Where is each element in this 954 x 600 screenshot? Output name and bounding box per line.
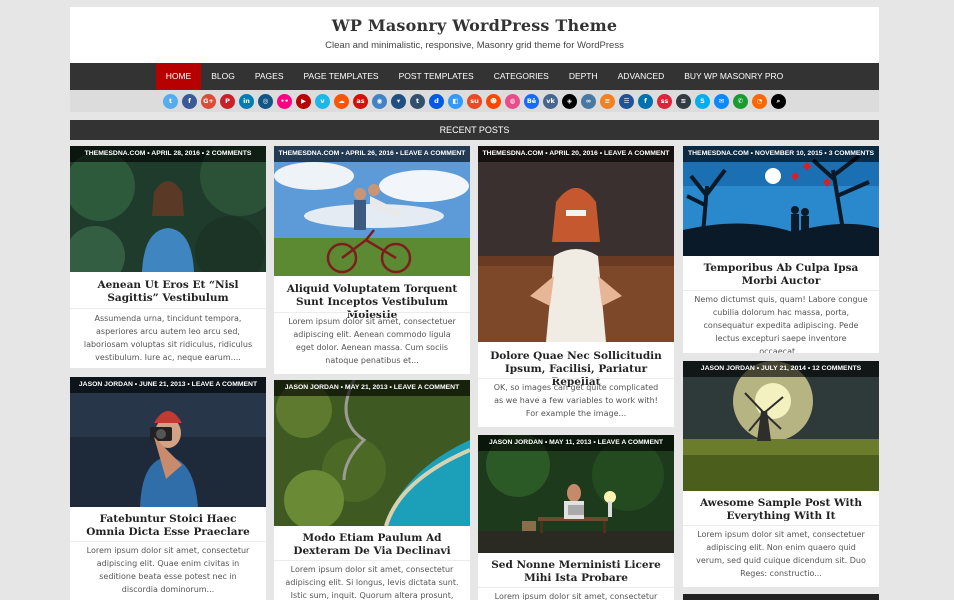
divider — [683, 525, 879, 526]
nav-item-categories[interactable]: CATEGORIES — [484, 63, 559, 90]
phone-icon[interactable]: ✆ — [733, 93, 748, 109]
divider — [274, 560, 470, 561]
nav-item-buy-pro[interactable]: BUY WP MASONRY PRO — [674, 63, 793, 90]
post-title[interactable]: Temporibus Ab Culpa Ipsa Morbi Auctor — [693, 262, 869, 288]
post-thumbnail[interactable] — [274, 380, 470, 526]
post-thumbnail[interactable] — [478, 435, 674, 553]
post-meta[interactable]: THEMESDNA.COM • APRIL 28, 2016 • 2 COMME… — [70, 146, 266, 162]
post-meta[interactable]: THEMESDNA.COM • APRIL 26, 2016 • LEAVE A… — [274, 146, 470, 162]
post-thumbnail[interactable] — [70, 146, 266, 272]
google-plus-icon[interactable]: G+ — [201, 93, 216, 109]
delicious-icon[interactable]: ◧ — [448, 93, 463, 109]
post-title[interactable]: Awesome Sample Post With Everything With… — [693, 497, 869, 523]
post-card: JASON JORDAN • JULY 21, 2014 • 12 COMMEN… — [683, 361, 879, 587]
soundcloud-icon[interactable]: ☁ — [334, 93, 349, 109]
post-excerpt: Nemo dictumst quis, quam! Labore congue … — [694, 295, 868, 353]
post-excerpt: Lorem ipsum dolor sit amet, consectetuer… — [696, 530, 866, 578]
post-meta[interactable]: JASON JORDAN • MAY 21, 2013 • LEAVE A CO… — [274, 380, 470, 396]
social-icons-bar: t f G+ Pin ◎ •• ▶ v ☁ as ◉ ▾ t d ◧ su ☻ ◍ Bē vk ◈ ∞ ≡ ☰ f ss ≋ S ✉ ✆ ◔… — [70, 90, 879, 112]
github-icon[interactable]: ◉ — [372, 93, 387, 109]
youtube-icon[interactable]: ▶ — [296, 93, 311, 109]
post-thumbnail[interactable] — [683, 146, 879, 256]
nav-item-pages[interactable]: PAGES — [245, 63, 294, 90]
buffer-icon[interactable]: ≋ — [676, 93, 691, 109]
bitbucket-icon[interactable]: ▾ — [391, 93, 406, 109]
post-excerpt: Lorem ipsum dolor sit amet, consectetur … — [86, 546, 250, 594]
instagram-icon[interactable]: ◎ — [258, 93, 273, 109]
digg-icon[interactable]: d — [429, 93, 444, 109]
post-card: JASON JORDAN • MAY 11, 2013 • LEAVE A CO… — [478, 435, 674, 600]
search-icon[interactable]: ⌕ — [771, 93, 786, 109]
foursquare-icon[interactable]: f — [638, 93, 653, 109]
linkedin-icon[interactable]: in — [239, 93, 254, 109]
post-meta[interactable]: JASON JORDAN • JUNE 21, 2013 • LEAVE A C… — [70, 377, 266, 393]
rss-icon[interactable]: ◔ — [752, 93, 767, 109]
post-card: JASON JORDAN • MAY 21, 2013 • LEAVE A CO… — [274, 380, 470, 600]
nav-item-post-templates[interactable]: POST TEMPLATES — [389, 63, 484, 90]
site-header: WP Masonry WordPress Theme Clean and min… — [70, 7, 879, 63]
facebook-icon[interactable]: f — [182, 93, 197, 109]
post-title[interactable]: Aenean Ut Eros Et “Nisl Sagittis” Vestib… — [80, 279, 256, 305]
vk-icon[interactable]: vk — [543, 93, 558, 109]
main-navigation: HOME BLOG PAGES PAGE TEMPLATES POST TEMP… — [70, 63, 879, 90]
post-thumbnail[interactable] — [478, 146, 674, 342]
divider — [70, 308, 266, 309]
nav-item-blog[interactable]: BLOG — [201, 63, 245, 90]
nav-item-page-templates[interactable]: PAGE TEMPLATES — [294, 63, 389, 90]
divider — [478, 587, 674, 588]
post-card: JASON JORDAN • JUNE 21, 2013 • LEAVE A C… — [70, 377, 266, 600]
post-thumbnail[interactable] — [274, 146, 470, 276]
post-excerpt: Lorem ipsum dolor sit amet, consectetur … — [285, 565, 459, 600]
post-title[interactable]: Sed Nonne Merninisti Licere Mihi Ista Pr… — [488, 559, 664, 585]
post-meta[interactable]: JASON JORDAN • MAY 11, 2013 • LEAVE A CO… — [478, 435, 674, 451]
email-icon[interactable]: ✉ — [714, 93, 729, 109]
slideshare-icon[interactable]: ss — [657, 93, 672, 109]
dribbble-icon[interactable]: ◍ — [505, 93, 520, 109]
site-title[interactable]: WP Masonry WordPress Theme — [70, 16, 879, 35]
flickr-icon[interactable]: •• — [277, 93, 292, 109]
stackoverflow-icon[interactable]: ≡ — [600, 93, 615, 109]
post-excerpt: OK, so images can get quite complicated … — [493, 383, 659, 418]
nav-item-advanced[interactable]: ADVANCED — [608, 63, 675, 90]
tumblr-icon[interactable]: t — [410, 93, 425, 109]
nav-item-home[interactable]: HOME — [155, 63, 202, 90]
codepen-icon[interactable]: ◈ — [562, 93, 577, 109]
vimeo-icon[interactable]: v — [315, 93, 330, 109]
divider — [683, 290, 879, 291]
stumbleupon-icon[interactable]: su — [467, 93, 482, 109]
post-meta[interactable]: JASON JORDAN • JULY 21, 2014 • 12 COMMEN… — [683, 361, 879, 377]
post-excerpt: Lorem ipsum dolor sit amet, consectetuer… — [288, 317, 456, 365]
post-thumbnail[interactable] — [683, 361, 879, 491]
divider — [274, 312, 470, 313]
post-title[interactable]: Modo Etiam Paulum Ad Dexteram De Via Dec… — [284, 532, 460, 558]
reddit-icon[interactable]: ☻ — [486, 93, 501, 109]
post-excerpt: Lorem ipsum dolor sit amet, consectetur — [494, 592, 658, 600]
twitter-icon[interactable]: t — [163, 93, 178, 109]
post-meta[interactable]: THEMESDNA.COM • APRIL 20, 2016 • LEAVE A… — [478, 146, 674, 162]
post-card: THEMESDNA.COM • NOVEMBER 10, 2015 • 3 CO… — [683, 146, 879, 353]
pinterest-icon[interactable]: P — [220, 93, 235, 109]
recent-posts-heading: RECENT POSTS — [70, 120, 879, 140]
post-excerpt: Assumenda urna, tincidunt tempora, asper… — [83, 314, 253, 362]
post-thumbnail[interactable] — [70, 377, 266, 507]
stackexchange-icon[interactable]: ☰ — [619, 93, 634, 109]
divider — [70, 541, 266, 542]
post-card: THEMESDNA.COM • APRIL 26, 2016 • LEAVE A… — [274, 146, 470, 374]
post-card: THEMESDNA.COM • APRIL 20, 2016 • LEAVE A… — [478, 146, 674, 427]
behance-icon[interactable]: Bē — [524, 93, 539, 109]
post-card: THEMESDNA.COM • APRIL 28, 2016 • 2 COMME… — [70, 146, 266, 368]
lastfm-icon[interactable]: as — [353, 93, 368, 109]
divider — [478, 378, 674, 379]
post-title[interactable]: Fatebuntur Stoici Haec Omnia Dicta Esse … — [80, 513, 256, 539]
post-meta[interactable]: THEMESDNA.COM • NOVEMBER 10, 2015 • 3 CO… — [683, 146, 879, 162]
post-card — [683, 594, 879, 600]
nav-item-depth[interactable]: DEPTH — [559, 63, 608, 90]
site-description: Clean and minimalistic, responsive, Maso… — [325, 40, 624, 51]
jsfiddle-icon[interactable]: ∞ — [581, 93, 596, 109]
skype-icon[interactable]: S — [695, 93, 710, 109]
